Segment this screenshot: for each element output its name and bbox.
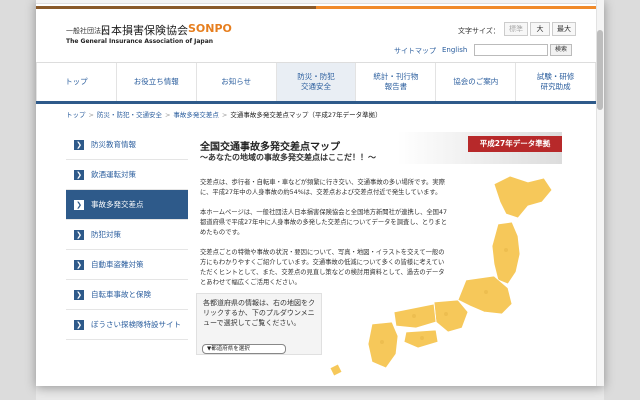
chevron-right-icon: ❯ xyxy=(74,169,84,180)
chevron-right-icon: ❯ xyxy=(74,199,84,210)
breadcrumb-intersections[interactable]: 事故多発交差点 xyxy=(173,111,219,119)
sidebar-item-bicycle-insurance[interactable]: ❯ 自転車事故と保険 xyxy=(66,280,188,310)
sidebar-item-label: 防犯対策 xyxy=(91,230,121,239)
sidebar-item-accident-intersections[interactable]: ❯ 事故多発交差点 xyxy=(66,190,188,220)
sidebar-item-disaster-education[interactable]: ❯ 防災教育情報 xyxy=(66,130,188,160)
map-region-kinki xyxy=(433,299,469,333)
chevron-right-icon: ❯ xyxy=(74,229,84,240)
page-title: 全国交通事故多発交差点マップ xyxy=(200,142,340,153)
nav-about[interactable]: 協会のご案内 xyxy=(436,63,517,101)
search-button[interactable]: 検索 xyxy=(550,44,572,56)
japan-map-image[interactable] xyxy=(306,172,566,382)
chevron-right-icon: ❯ xyxy=(74,139,84,150)
sidebar-item-label: 自転車事故と保険 xyxy=(91,290,151,299)
desktop-right xyxy=(604,0,640,400)
prefecture-select[interactable]: ▼都道府県を選択 xyxy=(202,344,286,354)
sidebar-item-label: 事故多発交差点 xyxy=(91,200,144,209)
map-region-hokkaido xyxy=(493,175,553,219)
scrollbar-thumb[interactable] xyxy=(597,30,603,110)
chevron-right-icon: ❯ xyxy=(74,289,84,300)
logo-english: The General Insurance Association of Jap… xyxy=(66,38,214,45)
sidebar-item-label: 自動車盗難対策 xyxy=(91,260,144,269)
chevron-right-icon: ❯ xyxy=(74,319,84,330)
breadcrumb-separator: > xyxy=(88,111,94,119)
browser-window: 一般社団法人 日本損害保険協会 SONPO The General Insura… xyxy=(36,0,604,386)
sidebar-item-drunk-driving[interactable]: ❯ 飲酒運転対策 xyxy=(66,160,188,190)
map-region-kyushu xyxy=(367,321,399,369)
page-subtitle: ～あなたの地域の事故多発交差点はここだ！！～ xyxy=(200,153,376,162)
instructions-text: 各都道府県の情報は、右の地図をクリックするか、下のプルダウンメニューで選択してご… xyxy=(203,299,315,327)
nav-useful-info[interactable]: お役立ち情報 xyxy=(117,63,197,101)
scrollbar[interactable] xyxy=(596,0,604,386)
sidebar: ❯ 防災教育情報 ❯ 飲酒運転対策 ❯ 事故多発交差点 ❯ 防犯対策 ❯ 自動車盗難対策 … xyxy=(66,130,188,340)
fontsize-large-button[interactable]: 大 xyxy=(530,22,550,36)
nav-statistics[interactable]: 統計・刊行物 報告書 xyxy=(356,63,437,101)
english-link[interactable]: English xyxy=(442,46,467,54)
breadcrumb-top[interactable]: トップ xyxy=(66,111,86,119)
nav-safety[interactable]: 防災・防犯 交通安全 xyxy=(276,63,357,101)
search-input[interactable] xyxy=(474,44,548,56)
main-nav: トップ お役立ち情報 お知らせ 防災・防犯 交通安全 統計・刊行物 報告書 協会… xyxy=(36,62,597,104)
breadcrumb: トップ > 防災・防犯・交通安全 > 事故多発交差点 > 交通事故多発交差点マップ（平成27… xyxy=(66,109,382,119)
sidebar-item-label: 飲酒運転対策 xyxy=(91,170,136,179)
browser-topstrip xyxy=(36,0,604,4)
logo-main[interactable]: 日本損害保険協会 xyxy=(100,22,188,38)
chevron-right-icon: ❯ xyxy=(74,259,84,270)
sitemap-link[interactable]: サイトマップ xyxy=(394,46,436,56)
sidebar-item-bousai-tankentai[interactable]: ❯ ぼうさい探検隊特設サイト xyxy=(66,310,188,340)
sidebar-item-crime-prevention[interactable]: ❯ 防犯対策 xyxy=(66,220,188,250)
sidebar-item-car-theft[interactable]: ❯ 自動車盗難対策 xyxy=(66,250,188,280)
logo-brand[interactable]: SONPO xyxy=(188,22,232,35)
breadcrumb-separator: > xyxy=(164,111,171,119)
fontsize-standard-button[interactable]: 標準 xyxy=(504,22,528,36)
map-region-tohoku xyxy=(491,221,521,285)
breadcrumb-safety[interactable]: 防災・防犯・交通安全 xyxy=(97,111,162,119)
map-region-okinawa xyxy=(329,363,343,377)
desktop-left xyxy=(0,0,36,400)
nav-exams[interactable]: 試験・研修 研究助成 xyxy=(516,63,597,101)
sidebar-item-label: 防災教育情報 xyxy=(91,140,136,149)
sidebar-item-label: ぼうさい探検隊特設サイト xyxy=(91,320,181,329)
fontsize-xlarge-button[interactable]: 最大 xyxy=(552,22,576,36)
breadcrumb-current: 交通事故多発交差点マップ（平成27年データ準拠） xyxy=(230,111,382,119)
fontsize-label: 文字サイズ： xyxy=(458,27,500,35)
header-bar-orange xyxy=(316,6,604,9)
nav-news[interactable]: お知らせ xyxy=(197,63,277,101)
breadcrumb-separator: > xyxy=(221,111,228,119)
header-bar-brown xyxy=(36,6,316,9)
data-year-badge: 平成27年データ準拠 xyxy=(468,136,562,152)
nav-top[interactable]: トップ xyxy=(36,63,117,101)
